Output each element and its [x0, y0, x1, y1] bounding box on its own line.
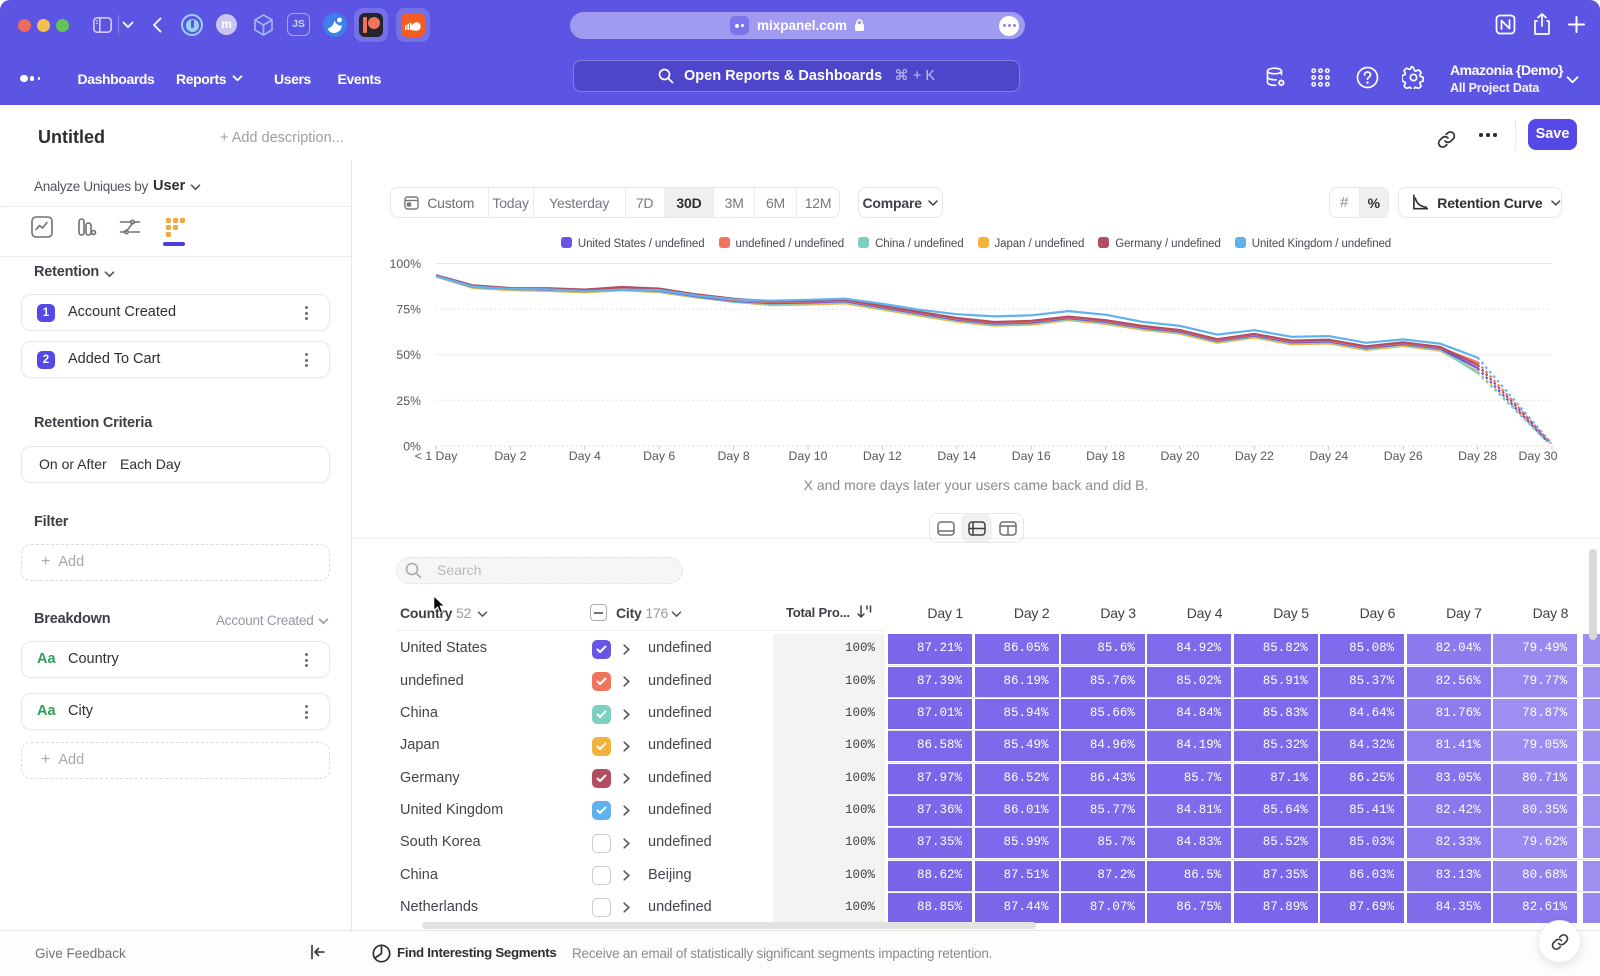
- svg-text:Day 18: Day 18: [1086, 449, 1125, 463]
- svg-text:Day 6: Day 6: [643, 449, 675, 463]
- svg-text:50%: 50%: [396, 348, 421, 362]
- svg-text:Day 16: Day 16: [1012, 449, 1051, 463]
- svg-text:Day 14: Day 14: [937, 449, 976, 463]
- svg-text:100%: 100%: [390, 257, 422, 271]
- svg-text:Day 10: Day 10: [789, 449, 828, 463]
- svg-text:< 1 Day: < 1 Day: [415, 449, 459, 463]
- svg-text:Day 2: Day 2: [494, 449, 526, 463]
- svg-text:Day 4: Day 4: [569, 449, 601, 463]
- svg-text:Day 24: Day 24: [1309, 449, 1348, 463]
- svg-text:25%: 25%: [396, 394, 421, 408]
- svg-text:Day 12: Day 12: [863, 449, 902, 463]
- svg-text:Day 22: Day 22: [1235, 449, 1274, 463]
- svg-text:Day 20: Day 20: [1161, 449, 1200, 463]
- svg-text:Day 8: Day 8: [718, 449, 750, 463]
- svg-text:Day 26: Day 26: [1384, 449, 1423, 463]
- svg-text:Day 30: Day 30: [1519, 449, 1558, 463]
- svg-text:Day 28: Day 28: [1458, 449, 1497, 463]
- svg-text:75%: 75%: [396, 303, 421, 317]
